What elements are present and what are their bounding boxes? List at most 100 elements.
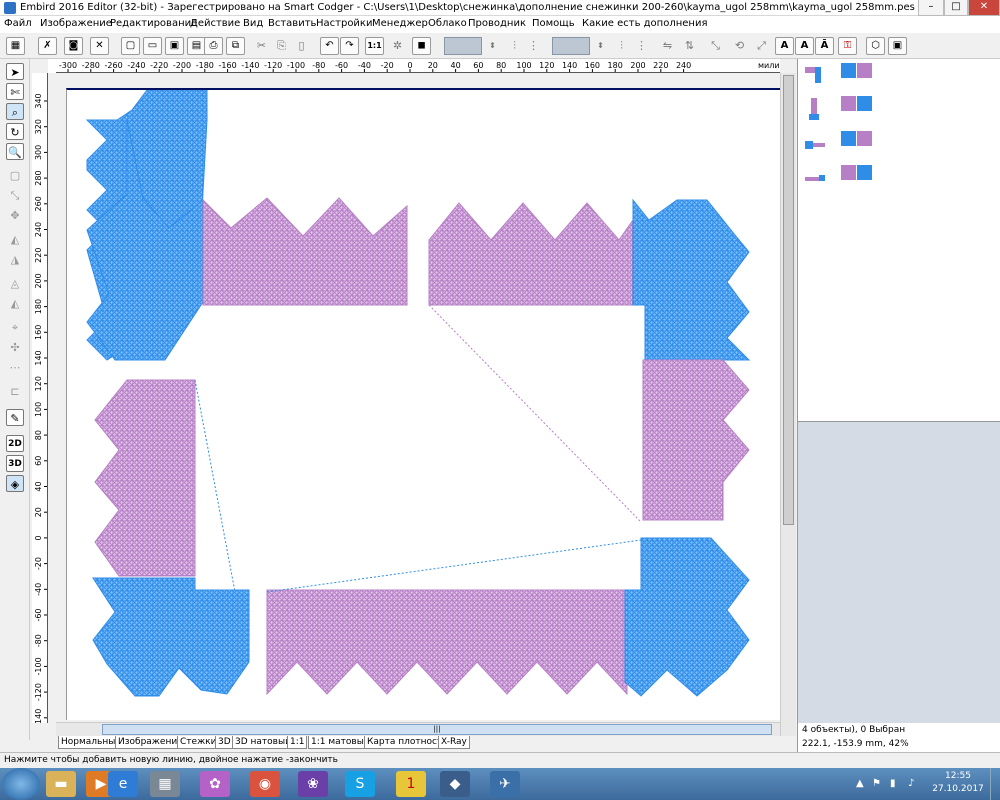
text-a-outline-icon[interactable]: A [795,37,814,55]
object-item[interactable] [801,129,996,161]
top-left-purple-band[interactable] [202,197,408,306]
tab-3d-matte[interactable]: 3D натовый [232,736,294,749]
copy-icon[interactable]: ⎘ [272,37,291,55]
menu-file[interactable]: Файл [4,18,32,29]
tray-volume-icon[interactable]: ♪ [908,778,914,789]
connector-line-1[interactable] [428,304,642,523]
close-button[interactable]: ✕ [968,0,1000,16]
menu-action[interactable]: Действие [190,18,240,29]
top-right-blue-corner[interactable] [632,198,751,361]
pointer-icon[interactable]: ➤ [6,63,24,80]
color-box-1[interactable] [444,37,482,55]
menu-manager[interactable]: Менеджер [372,18,428,29]
object-item[interactable] [801,61,996,93]
design-canvas[interactable] [66,88,780,720]
realistic-view-icon[interactable]: ◈ [6,475,24,492]
distribute-icon-2[interactable]: ⋮ [632,37,651,55]
connector-line-2[interactable] [194,379,236,593]
lasso-icon[interactable]: ✄ [6,83,24,100]
distribute-icon[interactable]: ⋮ [524,37,543,55]
pansy-icon[interactable]: ❀ [298,771,328,797]
spinner-icon[interactable]: ⬍ [483,37,502,55]
object-item[interactable] [801,94,996,126]
top-right-purple-band[interactable] [428,202,634,306]
select-box-icon[interactable]: ▢ [6,167,24,184]
menu-insert[interactable]: Вставить [268,18,316,29]
flip-icon[interactable]: ⇋ [658,37,677,55]
menu-help[interactable]: Помощь [532,18,575,29]
align-icon[interactable]: ⫶ [505,37,524,55]
bottom-left-blue-corner[interactable] [92,577,250,697]
skew-icon[interactable]: ◬ [6,275,24,292]
ie-icon[interactable]: e [108,771,138,797]
1c-icon[interactable]: 1 [396,771,426,797]
bottom-purple-band[interactable] [266,589,628,696]
connector-line-3[interactable] [266,539,642,593]
key-icon[interactable]: ⚿ [838,37,857,55]
menu-cloud[interactable]: Облако [428,18,467,29]
select-stitch-icon[interactable]: ✗ [38,37,57,55]
show-desktop-button[interactable] [990,768,1000,800]
flower-icon[interactable]: ✿ [200,771,230,797]
clock-time[interactable]: 12:55 [930,771,986,781]
tray-flag-icon[interactable]: ⚑ [872,778,881,789]
vertical-scroll-thumb[interactable] [783,75,794,525]
cut-icon[interactable]: ✂ [252,37,271,55]
distribute-left-icon[interactable]: ⋯ [6,359,24,376]
move-icon[interactable]: ✥ [6,207,24,224]
camera-icon[interactable]: ◙ [64,37,83,55]
file-manager-icon[interactable]: ▦ [150,771,180,797]
menu-edit[interactable]: Редактирование [110,18,197,29]
right-purple-band[interactable] [642,359,750,521]
disk-icon[interactable]: ▣ [888,37,907,55]
paste-icon[interactable]: ▯ [292,37,311,55]
maximize-button[interactable]: □ [944,0,968,16]
tray-network-icon[interactable]: ▮ [890,778,896,789]
undo-icon[interactable]: ↶ [320,37,339,55]
horizontal-scroll-thumb[interactable]: ||| [102,724,772,735]
align-left-icon[interactable]: ⊏ [6,383,24,400]
color-box-2[interactable] [552,37,590,55]
mirror-icon[interactable]: ⇅ [680,37,699,55]
menu-view[interactable]: Вид [243,18,263,29]
zoom-icon[interactable]: 🔍 [6,143,24,160]
redo-icon[interactable]: ↷ [340,37,359,55]
tab-3d[interactable]: 3D [215,736,234,749]
stitch-tool-icon[interactable]: ✎ [6,409,24,426]
start-button[interactable] [2,768,40,800]
horizontal-scrollbar[interactable]: ||| [56,722,780,736]
folder-icon[interactable]: ▬ [46,771,76,797]
tab-stitches[interactable]: Стежки [177,736,220,749]
align-icon-2[interactable]: ⫶ [612,37,631,55]
object-item[interactable] [801,163,996,195]
transform-icon[interactable]: ⤡ [706,37,725,55]
flip-h-icon[interactable]: ◭ [6,231,24,248]
line-tool-icon[interactable]: ⌕ [6,103,24,120]
skype-icon[interactable]: S [345,771,375,797]
rotate-icon[interactable]: ⟲ [730,37,749,55]
vertical-scrollbar[interactable] [780,73,796,738]
monogram-icon[interactable]: Ā [815,37,834,55]
view-2d-button[interactable]: 2D [6,435,24,452]
menu-settings[interactable]: Настройки [316,18,372,29]
bottom-right-blue-corner[interactable] [624,537,750,697]
menu-explorer[interactable]: Проводник [468,18,526,29]
view-3d-button[interactable]: 3D [6,455,24,472]
skew-v-icon[interactable]: ◭ [6,295,24,312]
tray-arrow-icon[interactable]: ▲ [856,778,864,789]
clock-date[interactable]: 27.10.2017 [930,784,986,794]
rotate-tool-icon[interactable]: ↻ [6,123,24,140]
flip-v-icon[interactable]: ◮ [6,251,24,268]
tab-1-1[interactable]: 1:1 [287,736,308,749]
sparkle-icon[interactable]: ✲ [388,37,407,55]
scale-icon[interactable]: ⤢ [752,37,771,55]
left-purple-band[interactable] [94,379,196,577]
bird-icon[interactable]: ✈ [490,771,520,797]
embird-icon[interactable]: ◆ [440,771,470,797]
center-icon[interactable]: ⌖ [6,319,24,336]
open-folder-icon[interactable]: ▭ [143,37,162,55]
chrome-icon[interactable]: ◉ [250,771,280,797]
menu-addons[interactable]: Какие есть дополнения [582,18,707,29]
cross-stitch-icon[interactable]: ✕ [90,37,109,55]
spinner-icon-2[interactable]: ⬍ [591,37,610,55]
